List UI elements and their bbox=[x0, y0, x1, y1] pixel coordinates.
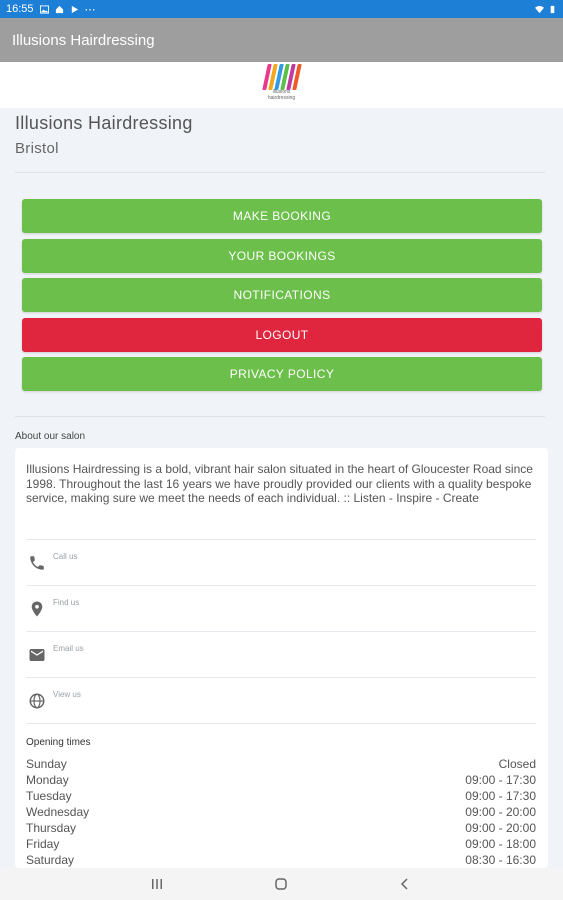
logo-tagline: illusions hairdressing bbox=[267, 89, 296, 101]
contact-email-row[interactable]: Email us bbox=[26, 631, 536, 677]
contact-find-label: Find us bbox=[53, 598, 80, 607]
logout-button[interactable]: LOGOUT bbox=[22, 318, 542, 352]
logo-banner: illusions hairdressing bbox=[0, 62, 563, 108]
hours-value: 09:00 - 17:30 bbox=[465, 773, 536, 787]
status-time: 16:55 bbox=[6, 3, 34, 15]
gallery-icon bbox=[39, 4, 49, 14]
location-pin-icon bbox=[31, 601, 43, 617]
hours-day: Monday bbox=[26, 773, 69, 787]
hours-row: Thursday 09:00 - 20:00 bbox=[26, 820, 536, 836]
about-description: Illusions Hairdressing is a bold, vibran… bbox=[26, 462, 533, 505]
privacy-policy-button[interactable]: PRIVACY POLICY bbox=[22, 357, 542, 391]
hours-row: Saturday 08:30 - 16:30 bbox=[26, 852, 536, 868]
contact-call-row[interactable]: Call us bbox=[26, 539, 536, 585]
phone-icon bbox=[30, 556, 44, 570]
hours-row: Monday 09:00 - 17:30 bbox=[26, 772, 536, 788]
salon-logo: illusions hairdressing bbox=[260, 62, 304, 106]
about-section-title: About our salon bbox=[15, 431, 86, 442]
hours-value: 08:30 - 16:30 bbox=[465, 853, 536, 867]
hours-day: Saturday bbox=[26, 853, 75, 867]
email-icon bbox=[29, 649, 45, 661]
hours-row: Friday 09:00 - 18:00 bbox=[26, 836, 536, 852]
opening-times: Opening times Sunday Closed Monday 09:00 -… bbox=[26, 723, 536, 868]
hours-value: 09:00 - 17:30 bbox=[465, 789, 536, 803]
hours-value: 09:00 - 20:00 bbox=[465, 821, 536, 835]
battery-icon bbox=[550, 5, 555, 13]
contact-web-row[interactable]: View us bbox=[26, 677, 536, 723]
salon-city: Bristol bbox=[15, 140, 59, 157]
app-bar: Illusions Hairdressing bbox=[0, 18, 563, 62]
contact-web-label: View us bbox=[53, 690, 81, 699]
status-bar: 16:55 ⋯ bbox=[0, 0, 563, 18]
hours-day: Sunday bbox=[26, 757, 67, 771]
wifi-icon bbox=[535, 5, 544, 13]
more-icon: ⋯ bbox=[84, 3, 96, 16]
contact-call-label: Call us bbox=[53, 552, 78, 561]
your-bookings-button[interactable]: YOUR BOOKINGS bbox=[22, 239, 542, 273]
play-icon bbox=[71, 5, 78, 13]
opening-times-title: Opening times bbox=[26, 737, 91, 748]
hours-day: Friday bbox=[26, 837, 60, 851]
salon-header: Illusions Hairdressing Bristol bbox=[15, 113, 545, 157]
divider bbox=[15, 416, 545, 417]
make-booking-button[interactable]: MAKE BOOKING bbox=[22, 199, 542, 233]
notifications-button[interactable]: NOTIFICATIONS bbox=[22, 278, 542, 312]
hours-day: Tuesday bbox=[26, 789, 72, 803]
back-icon[interactable] bbox=[397, 876, 413, 892]
divider bbox=[15, 172, 545, 173]
home-icon bbox=[55, 5, 63, 13]
hours-day: Wednesday bbox=[26, 805, 90, 819]
hours-value: 09:00 - 18:00 bbox=[465, 837, 536, 851]
salon-name: Illusions Hairdressing bbox=[15, 113, 193, 133]
hours-value: 09:00 - 20:00 bbox=[465, 805, 536, 819]
recent-apps-icon[interactable] bbox=[149, 876, 165, 892]
hours-value: Closed bbox=[498, 757, 536, 771]
app-title: Illusions Hairdressing bbox=[12, 31, 155, 49]
system-nav-bar bbox=[0, 868, 563, 900]
home-button-icon[interactable] bbox=[273, 876, 289, 892]
hours-row: Wednesday 09:00 - 20:00 bbox=[26, 804, 536, 820]
globe-icon bbox=[29, 693, 45, 709]
hours-row: Sunday Closed bbox=[26, 756, 536, 772]
hours-row: Tuesday 09:00 - 17:30 bbox=[26, 788, 536, 804]
contact-find-row[interactable]: Find us bbox=[26, 585, 536, 631]
contact-email-label: Email us bbox=[53, 644, 84, 653]
about-card: Illusions Hairdressing is a bold, vibran… bbox=[15, 448, 548, 868]
hours-day: Thursday bbox=[26, 821, 77, 835]
